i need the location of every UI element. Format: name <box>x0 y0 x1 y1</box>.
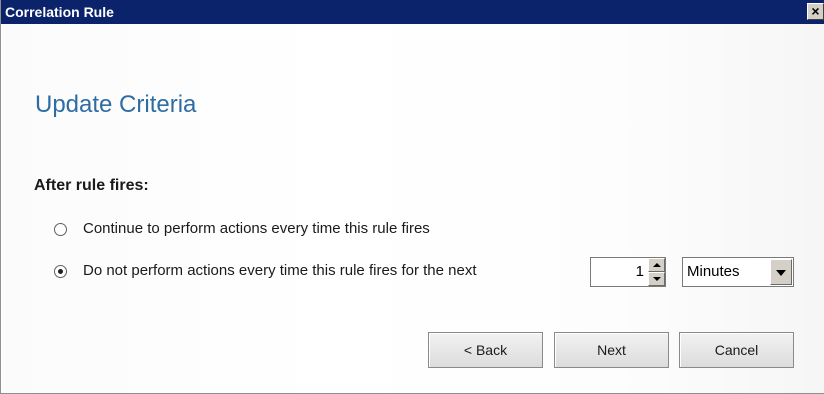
next-button[interactable]: Next <box>554 332 669 368</box>
option-suppress[interactable]: Do not perform actions every time this r… <box>54 261 477 281</box>
radio-continue[interactable] <box>54 222 67 236</box>
increment-button[interactable] <box>648 258 665 272</box>
arrow-up-icon <box>653 263 661 267</box>
decrement-button[interactable] <box>648 272 665 286</box>
arrow-down-icon <box>653 277 661 281</box>
interval-stepper[interactable]: 1 <box>590 257 666 287</box>
window-title: Correlation Rule <box>5 4 114 20</box>
radio-suppress[interactable] <box>54 264 67 278</box>
correlation-rule-dialog: Correlation Rule × Update Criteria After… <box>0 0 824 394</box>
close-icon: × <box>811 3 820 19</box>
interval-unit-select[interactable]: Minutes <box>682 257 794 287</box>
page-title: Update Criteria <box>35 91 197 118</box>
option-continue[interactable]: Continue to perform actions every time t… <box>54 219 430 239</box>
option-continue-label[interactable]: Continue to perform actions every time t… <box>83 219 430 239</box>
section-label: After rule fires: <box>34 177 149 194</box>
interval-value-field[interactable]: 1 <box>591 258 648 286</box>
chevron-down-icon <box>776 270 786 276</box>
title-bar[interactable]: Correlation Rule × <box>1 0 824 24</box>
cancel-button[interactable]: Cancel <box>679 332 794 368</box>
close-button[interactable]: × <box>807 3 824 20</box>
interval-unit-value: Minutes <box>687 263 740 280</box>
option-suppress-label[interactable]: Do not perform actions every time this r… <box>83 261 477 281</box>
back-button[interactable]: < Back <box>428 332 543 368</box>
dropdown-button[interactable] <box>770 259 792 285</box>
